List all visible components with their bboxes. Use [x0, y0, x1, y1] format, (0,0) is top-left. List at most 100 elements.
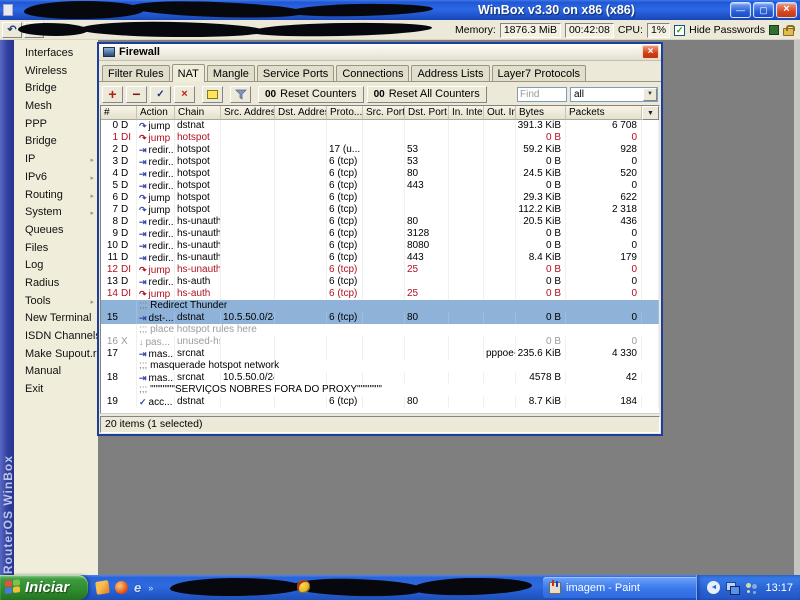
tab-connections[interactable]: Connections [336, 65, 409, 81]
filter-dropdown[interactable]: all ▼ [570, 87, 658, 102]
nat-comment-row[interactable]: ;;; Redirect Thunder [101, 300, 659, 312]
tab-nat[interactable]: NAT [172, 64, 205, 82]
nat-rule-row[interactable]: 17⇥mas...srcnatpppoe-...235.6 KiB4 330 [101, 348, 659, 360]
sidebar-item-make-supout-rif[interactable]: Make Supout.rif [14, 346, 98, 364]
column-header-out-int[interactable]: Out. Int... [484, 106, 516, 120]
nat-rule-row[interactable]: 9D⇥redir...hs-unauth6 (tcp)31280 B0 [101, 228, 659, 240]
action-passthrough-icon: ↓ [139, 337, 144, 347]
sidebar-item-bridge[interactable]: Bridge [14, 133, 98, 151]
tab-service-ports[interactable]: Service Ports [257, 65, 334, 81]
column-header-bytes[interactable]: Bytes [516, 106, 566, 120]
sidebar-item-queues[interactable]: Queues [14, 222, 98, 240]
sidebar-item-exit[interactable]: Exit [14, 381, 98, 399]
nat-rule-row[interactable]: 15⇥dst-...dstnat10.5.50.0/246 (tcp)800 B… [101, 312, 659, 324]
cell-end [642, 288, 659, 300]
nat-rule-row[interactable]: 5D⇥redir...hotspot6 (tcp)4430 B0 [101, 180, 659, 192]
nat-rule-row[interactable]: 2D⇥redir...hotspot17 (u...5359.2 KiB928 [101, 144, 659, 156]
users-tray-icon[interactable] [745, 582, 759, 594]
tab-layer7-protocols[interactable]: Layer7 Protocols [492, 65, 587, 81]
tab-filter-rules[interactable]: Filter Rules [102, 65, 170, 81]
tab-address-lists[interactable]: Address Lists [411, 65, 489, 81]
nat-rule-row[interactable]: 11D⇥redir...hs-unauth6 (tcp)4438.4 KiB17… [101, 252, 659, 264]
column-header-action[interactable]: Action [137, 106, 175, 120]
column-header-in-inter[interactable]: In. Inter... [449, 106, 484, 120]
sidebar-item-routing[interactable]: Routing▸ [14, 187, 98, 205]
comment-button[interactable] [202, 86, 223, 103]
sidebar-item-system[interactable]: System▸ [14, 204, 98, 222]
quick-launch-browser-icon[interactable] [115, 581, 128, 594]
nat-rule-row[interactable]: 4D⇥redir...hotspot6 (tcp)8024.5 KiB520 [101, 168, 659, 180]
firewall-close-button[interactable]: × [642, 45, 659, 59]
sidebar-item-ip[interactable]: IP▸ [14, 151, 98, 169]
column-header-src-port[interactable]: Src. Port [363, 106, 405, 120]
nat-rule-row[interactable]: 12DI↷jumphs-unauth6 (tcp)250 B0 [101, 264, 659, 276]
nat-comment-row[interactable]: ;;; """""""SERVIÇOS NOBRES FORA DO PROXY… [101, 384, 659, 396]
close-button[interactable]: × [776, 2, 797, 18]
tray-chevron-icon[interactable]: ◄ [707, 581, 720, 594]
reset-all-counters-button[interactable]: 00 Reset All Counters [367, 86, 487, 103]
nat-rule-row[interactable]: 16X↓pas...unused-hs...0 B0 [101, 336, 659, 348]
enable-rule-button[interactable]: ✓ [150, 86, 171, 103]
quick-launch-paint-icon[interactable] [95, 580, 110, 595]
sidebar-item-manual[interactable]: Manual [14, 363, 98, 381]
taskbar-app-icon[interactable] [297, 580, 310, 593]
sidebar-item-log[interactable]: Log [14, 257, 98, 275]
dropdown-arrow-icon[interactable]: ▼ [643, 88, 657, 101]
nat-rule-row[interactable]: 18⇥mas...srcnat10.5.50.0/244578 B42 [101, 372, 659, 384]
hide-passwords-checkbox[interactable]: ✓ [674, 25, 685, 36]
sidebar-item-isdn-channels[interactable]: ISDN Channels [14, 328, 98, 346]
nat-rule-row[interactable]: 8D⇥redir...hs-unauth6 (tcp)8020.5 KiB436 [101, 216, 659, 228]
firewall-titlebar[interactable]: Firewall × [99, 44, 661, 61]
nat-rule-row[interactable]: 6D↷jumphotspot6 (tcp)29.3 KiB622 [101, 192, 659, 204]
find-input[interactable] [517, 87, 567, 102]
minimize-button[interactable]: — [730, 2, 751, 18]
sidebar-item-new-terminal[interactable]: New Terminal [14, 310, 98, 328]
sidebar-item-mesh[interactable]: Mesh [14, 98, 98, 116]
column-selector-button[interactable]: ▼ [642, 106, 659, 120]
internet-explorer-icon[interactable]: e [134, 580, 141, 595]
column-header-packets[interactable]: Packets [566, 106, 642, 120]
cell-protocol: 6 (tcp) [327, 276, 363, 288]
sidebar-item-ppp[interactable]: PPP [14, 116, 98, 134]
sidebar-item-files[interactable]: Files [14, 240, 98, 258]
column-header-chain[interactable]: Chain [175, 106, 221, 120]
nat-rule-row[interactable]: 3D⇥redir...hotspot6 (tcp)530 B0 [101, 156, 659, 168]
cell-dst-port: 443 [405, 252, 449, 264]
sidebar-item-radius[interactable]: Radius [14, 275, 98, 293]
nat-rule-row[interactable]: 13D⇥redir...hs-auth6 (tcp)0 B0 [101, 276, 659, 288]
cell-bytes: 29.3 KiB [516, 192, 566, 204]
nat-rule-row[interactable]: 7D↷jumphotspot6 (tcp)112.2 KiB2 318 [101, 204, 659, 216]
sidebar-item-wireless[interactable]: Wireless [14, 63, 98, 81]
column-header-src-address[interactable]: Src. Address [221, 106, 275, 120]
cell-dst-address [275, 168, 327, 180]
nat-rule-row[interactable]: 0D↷jumpdstnat391.3 KiB6 708 [101, 120, 659, 132]
restore-button[interactable]: ▢ [753, 2, 774, 18]
nat-rule-row[interactable]: 1DI↷jumphotspot0 B0 [101, 132, 659, 144]
rule-flags: D [118, 228, 128, 239]
sidebar-item-tools[interactable]: Tools▸ [14, 293, 98, 311]
column-header-proto[interactable]: Proto... [327, 106, 363, 120]
remove-rule-button[interactable]: − [126, 86, 147, 103]
sidebar-item-bridge[interactable]: Bridge [14, 80, 98, 98]
network-tray-icon[interactable] [726, 582, 739, 593]
cell-src-address [221, 288, 275, 300]
sidebar-item-interfaces[interactable]: Interfaces [14, 45, 98, 63]
add-rule-button[interactable]: + [102, 86, 123, 103]
tab-mangle[interactable]: Mangle [207, 65, 255, 81]
quick-launch-more-icon[interactable]: » [148, 583, 153, 593]
nat-rule-row[interactable]: 19✓acc...dstnat6 (tcp)808.7 KiB184 [101, 396, 659, 408]
column-header-dst-port[interactable]: Dst. Port [405, 106, 449, 120]
nat-rule-row[interactable]: 14DI↷jumphs-auth6 (tcp)250 B0 [101, 288, 659, 300]
column-header-[interactable]: # [101, 106, 137, 120]
start-button[interactable]: Iniciar [0, 575, 88, 600]
reset-counters-button[interactable]: 00 Reset Counters [258, 86, 364, 103]
nat-comment-row[interactable]: ;;; masquerade hotspot network [101, 360, 659, 372]
cell-out-interface [484, 192, 516, 204]
column-header-dst-address[interactable]: Dst. Address [275, 106, 327, 120]
sidebar-item-ipv6[interactable]: IPv6▸ [14, 169, 98, 187]
nat-comment-row[interactable]: ;;; place hotspot rules here [101, 324, 659, 336]
nat-rule-row[interactable]: 10D⇥redir...hs-unauth6 (tcp)80800 B0 [101, 240, 659, 252]
disable-rule-button[interactable]: × [174, 86, 195, 103]
filter-button[interactable] [230, 86, 251, 103]
taskbar-button-paint[interactable]: imagem - Paint [543, 577, 719, 598]
